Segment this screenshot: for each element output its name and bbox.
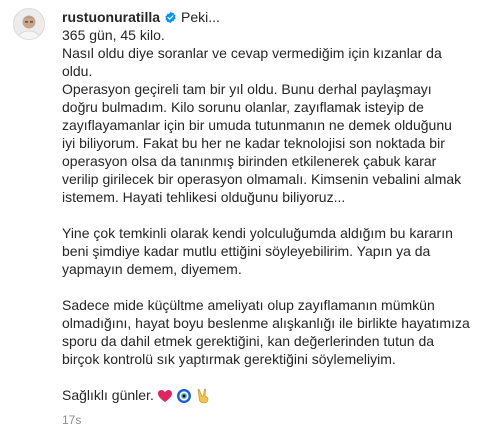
caption-line: Nasıl oldu diye soranlar ve cevap vermed… bbox=[62, 45, 442, 61]
caption-line: iyi biliyorum. Fakat bu her ne kadar tek… bbox=[62, 135, 445, 151]
caption-line: istemem. Hayati tehlikesi olduğunu biliy… bbox=[62, 189, 346, 205]
caption-line: Yine çok temkinli olarak kendi yolculuğu… bbox=[62, 225, 453, 241]
caption-line: birçok kontrolü sık yaptırmak gerektiğin… bbox=[62, 351, 396, 367]
caption-line: Sadece mide küçültme ameliyatı olup zayı… bbox=[62, 297, 435, 313]
caption-line: operasyon olsa da tanınmış birinden etki… bbox=[62, 153, 437, 169]
post-timestamp[interactable]: 17s bbox=[62, 413, 81, 427]
caption-header: rustuonuratilla Peki... bbox=[62, 8, 482, 26]
avatar-image bbox=[14, 9, 44, 39]
caption-line: zayıflayamanlar için bir umuda tutunmanı… bbox=[62, 117, 452, 133]
caption-line: Operasyon geçireli tam bir yıl oldu. Bun… bbox=[62, 81, 432, 97]
caption-line: oldu. bbox=[62, 63, 93, 79]
caption-line: olmadığını, hayat boyu beslenme alışkanl… bbox=[62, 315, 470, 331]
nazar-amulet-icon bbox=[176, 389, 191, 404]
avatar[interactable] bbox=[13, 8, 45, 40]
red-heart-icon bbox=[157, 390, 172, 403]
verified-badge-icon bbox=[165, 11, 176, 23]
post-caption: rustuonuratilla Peki... 365 gün, 45 kilo… bbox=[62, 8, 482, 404]
caption-line: beni şimdiye kadar mutlu ettiğini söyley… bbox=[62, 243, 431, 259]
closing-text: Sağlıklı günler. bbox=[62, 387, 154, 403]
caption-line: sporu da dahil etmek gerektiğini, kan de… bbox=[62, 333, 435, 349]
caption-line: yapmayın demem, diyemem. bbox=[62, 261, 242, 277]
caption-header-text: Peki... bbox=[181, 9, 220, 25]
caption-line: doğru bulmadım. Kilo sorunu olanlar, zay… bbox=[62, 99, 424, 115]
caption-line: 365 gün, 45 kilo. bbox=[62, 27, 165, 43]
username-link[interactable]: rustuonuratilla bbox=[62, 8, 160, 26]
victory-hand-icon bbox=[197, 389, 209, 404]
caption-line: verilip girilecek bir operasyon olmamalı… bbox=[62, 171, 462, 187]
caption-closing-line: Sağlıklı günler. bbox=[62, 386, 482, 404]
